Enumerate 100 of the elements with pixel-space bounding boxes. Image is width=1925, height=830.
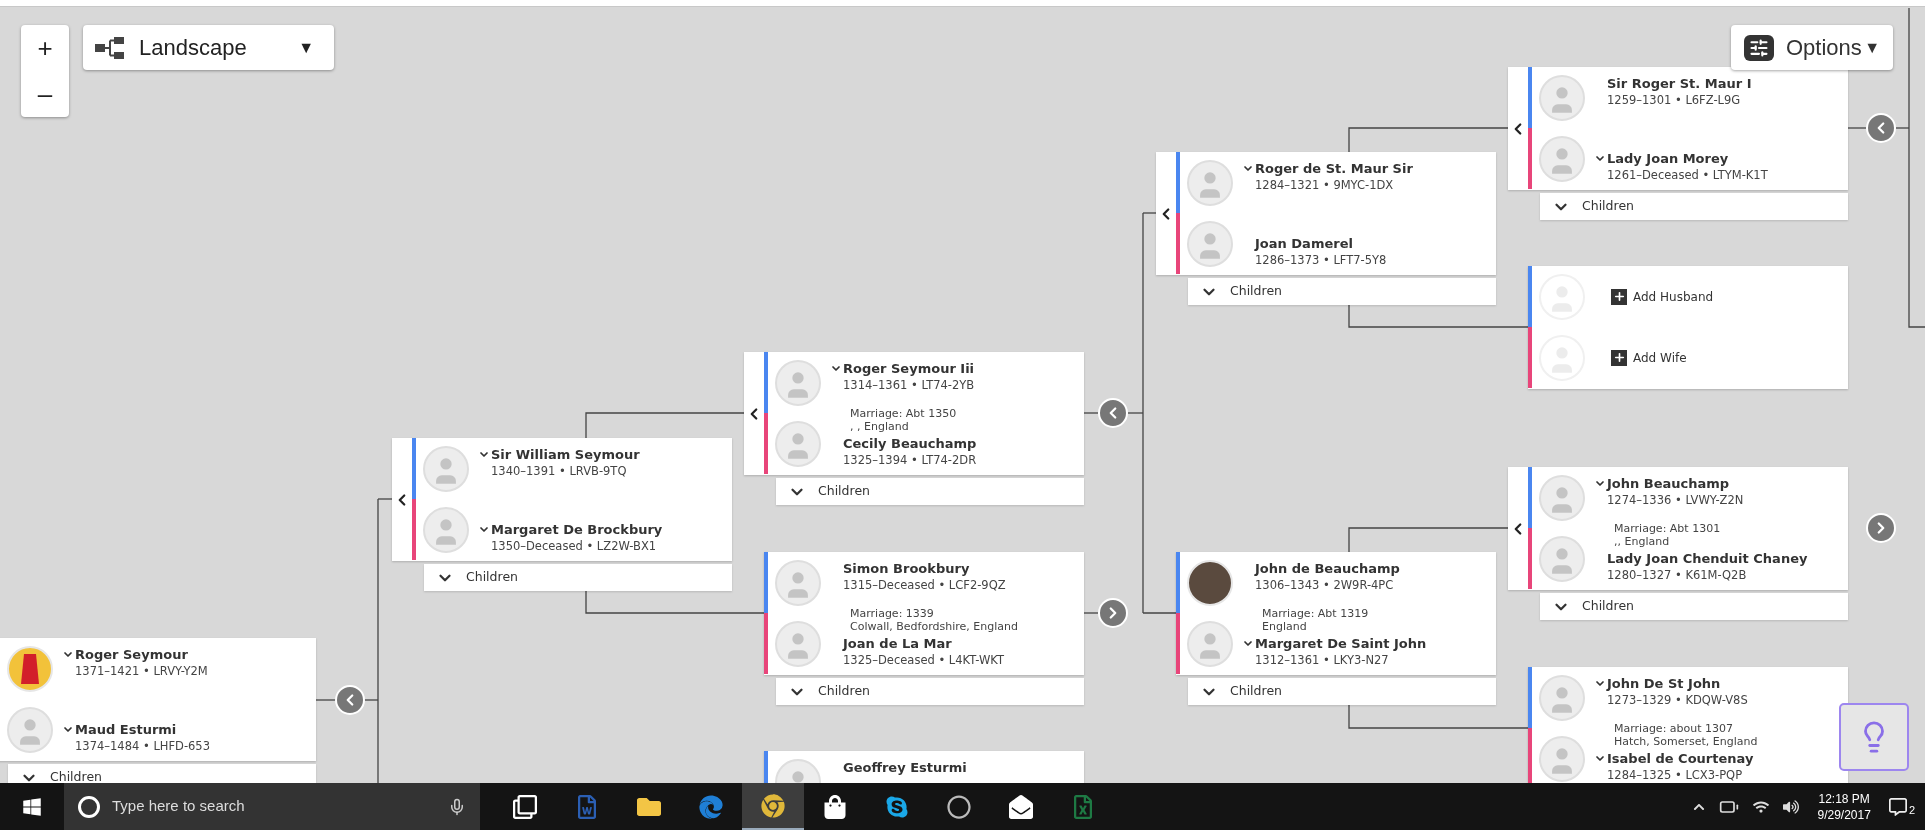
children-toggle[interactable]: Children bbox=[776, 478, 1084, 505]
tips-button[interactable] bbox=[1839, 703, 1909, 771]
clock-time[interactable]: 12:18 PM bbox=[1818, 790, 1870, 807]
person-silhouette-icon bbox=[775, 420, 821, 467]
children-toggle[interactable]: Children bbox=[1540, 593, 1848, 620]
notifications-icon[interactable] bbox=[1888, 797, 1907, 816]
show-parents-button[interactable] bbox=[1098, 398, 1128, 428]
person-silhouette-icon bbox=[775, 620, 821, 667]
person-vitals: 1350–Deceased • LZ2W-BX1 bbox=[491, 538, 658, 554]
marriage-place: Colwall, Bedfordshire, England bbox=[850, 620, 1018, 633]
person-vitals: 1325–Deceased • L4KT-WKT bbox=[843, 652, 1004, 668]
person-name[interactable]: Geoffrey Esturmi bbox=[843, 759, 967, 776]
marriage-date: Marriage: about 1307 bbox=[1614, 722, 1735, 735]
volume-icon[interactable] bbox=[1783, 798, 1800, 815]
person-vitals: 1274–1336 • LVWY-Z2N bbox=[1607, 492, 1744, 508]
person-vitals: 1280–1327 • K61M-Q2B bbox=[1607, 567, 1748, 583]
person-name[interactable]: Lady Joan Chenduit Chaney bbox=[1607, 550, 1808, 567]
connector-line bbox=[1847, 127, 1867, 129]
marriage-date: Marriage: Abt 1301 bbox=[1614, 522, 1721, 535]
mail-icon bbox=[1009, 794, 1033, 819]
browser-icon bbox=[699, 794, 723, 819]
person-vitals: 1259–1301 • L6FZ-L9G bbox=[1607, 92, 1742, 108]
person-vitals: 1312–1361 • LKY3-N27 bbox=[1255, 652, 1390, 668]
connector-line bbox=[1083, 412, 1099, 414]
add-person-link[interactable]: Add Husband bbox=[1633, 287, 1714, 306]
wifi-icon[interactable] bbox=[1753, 798, 1770, 815]
show-parents-button[interactable] bbox=[335, 685, 365, 715]
person-vitals: 1374–1484 • LHFD-653 bbox=[75, 738, 210, 754]
marriage-place: Hatch, Somerset, England bbox=[1614, 735, 1758, 748]
person-name[interactable]: John Beauchamp bbox=[1607, 475, 1730, 492]
notification-count: 2 bbox=[1908, 804, 1915, 816]
person-silhouette-icon bbox=[1187, 159, 1233, 206]
person-silhouette-icon bbox=[1539, 535, 1585, 582]
person-name[interactable]: John de Beauchamp bbox=[1255, 560, 1400, 577]
show-parents-button[interactable] bbox=[1866, 113, 1896, 143]
options-dropdown[interactable]: Options▼ bbox=[1731, 25, 1893, 70]
person-vitals: 1325–1394 • LT74-2DR bbox=[843, 452, 977, 468]
spreadsheet-icon bbox=[1071, 794, 1095, 819]
person-vitals: 1284–1321 • 9MYC-1DX bbox=[1255, 177, 1395, 193]
person-silhouette-icon bbox=[1187, 620, 1233, 667]
person-vitals: 1273–1329 • KDQW-V8S bbox=[1607, 692, 1748, 708]
zoom-out-button[interactable]: – bbox=[21, 71, 69, 117]
person-name[interactable]: Sir William Seymour bbox=[491, 446, 640, 463]
marriage-place: England bbox=[1262, 620, 1308, 633]
person-name[interactable]: Margaret De Brockbury bbox=[491, 521, 663, 538]
person-silhouette-icon bbox=[1539, 474, 1585, 521]
view-dropdown[interactable]: Landscape ▼ bbox=[83, 25, 334, 70]
browser-icon bbox=[761, 793, 785, 818]
person-name[interactable]: Roger Seymour bbox=[75, 646, 188, 663]
shopping-bag-icon bbox=[823, 794, 847, 819]
person-name[interactable]: Lady Joan Morey bbox=[1607, 150, 1729, 167]
person-name[interactable]: Sir Roger St. Maur I bbox=[1607, 75, 1752, 92]
search-box[interactable]: Type here to search bbox=[64, 783, 480, 830]
connector-line bbox=[1083, 612, 1099, 614]
person-silhouette-icon bbox=[7, 706, 53, 753]
add-person-link[interactable]: Add Wife bbox=[1633, 348, 1687, 367]
person-silhouette-icon bbox=[423, 445, 469, 492]
children-toggle[interactable]: Children bbox=[424, 564, 732, 591]
children-toggle[interactable]: Children bbox=[776, 678, 1084, 705]
person-name[interactable]: Simon Brookbury bbox=[843, 560, 970, 577]
person-name[interactable]: Cecily Beauchamp bbox=[843, 435, 977, 452]
person-vitals: 1340–1391 • LRVB-9TQ bbox=[491, 463, 628, 479]
show-ancestors-button[interactable] bbox=[1866, 513, 1896, 543]
person-vitals: 1306–1343 • 2W9R-4PC bbox=[1255, 577, 1395, 593]
person-silhouette-icon bbox=[1539, 674, 1585, 721]
crest-icon bbox=[7, 645, 53, 692]
person-vitals: 1284–1325 • LCX3-PQP bbox=[1607, 767, 1744, 783]
marriage-date: Marriage: Abt 1350 bbox=[850, 407, 957, 420]
photo-placeholder bbox=[1187, 559, 1233, 606]
sliders-icon bbox=[1744, 34, 1774, 61]
add-plus-icon bbox=[1611, 349, 1627, 366]
children-toggle[interactable]: Children bbox=[1540, 193, 1848, 220]
person-silhouette-icon bbox=[1539, 735, 1585, 782]
task-view-icon bbox=[513, 794, 537, 819]
marriage-place: ,, England bbox=[1614, 535, 1671, 548]
person-vitals: 1314–1361 • LT74-2YB bbox=[843, 377, 975, 393]
document-icon bbox=[575, 794, 599, 819]
person-silhouette-icon bbox=[423, 506, 469, 553]
person-name[interactable]: Isabel de Courtenay bbox=[1607, 750, 1754, 767]
clock-date[interactable]: 9/29/2017 bbox=[1817, 806, 1871, 823]
person-name[interactable]: Maud Esturmi bbox=[75, 721, 177, 738]
microphone-icon[interactable] bbox=[448, 797, 466, 816]
add-plus-icon bbox=[1611, 288, 1627, 305]
person-vitals: 1315–Deceased • LCF2-9QZ bbox=[843, 577, 1006, 593]
marriage-place: , , England bbox=[850, 420, 910, 433]
person-name[interactable]: John De St John bbox=[1607, 675, 1721, 692]
person-name[interactable]: Joan Damerel bbox=[1255, 235, 1353, 252]
children-toggle[interactable]: Children bbox=[8, 764, 316, 783]
person-vitals: 1371–1421 • LRVY-Y2M bbox=[75, 663, 208, 679]
person-silhouette-icon bbox=[775, 559, 821, 606]
zoom-in-button[interactable]: + bbox=[21, 25, 69, 71]
person-name[interactable]: Roger Seymour Iii bbox=[843, 360, 975, 377]
tree-layout-icon bbox=[95, 36, 125, 59]
children-toggle[interactable]: Children bbox=[1188, 678, 1496, 705]
children-toggle[interactable]: Children bbox=[1188, 278, 1496, 305]
person-name[interactable]: Joan de La Mar bbox=[843, 635, 952, 652]
taskbar-app[interactable] bbox=[742, 783, 804, 830]
show-ancestors-button[interactable] bbox=[1098, 598, 1128, 628]
person-name[interactable]: Margaret De Saint John bbox=[1255, 635, 1427, 652]
person-name[interactable]: Roger de St. Maur Sir bbox=[1255, 160, 1413, 177]
